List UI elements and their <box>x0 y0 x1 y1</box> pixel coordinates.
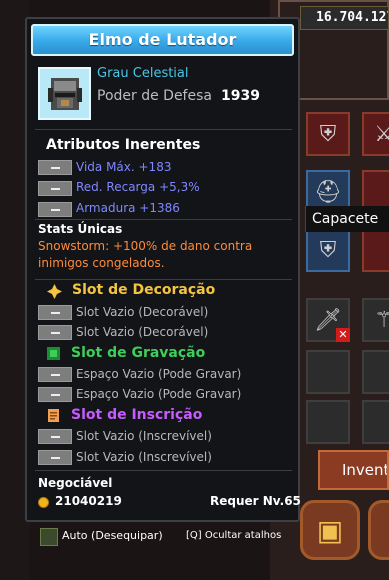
sword-icon: ⚔ <box>374 121 389 147</box>
divider <box>35 219 292 220</box>
defense-label: Poder de Defesa <box>97 88 212 104</box>
remove-slot-button[interactable] <box>38 429 72 444</box>
staff-icon: ⚚ <box>374 307 389 333</box>
divider <box>35 470 292 471</box>
remove-slot-button[interactable] <box>38 367 72 382</box>
tradable-label: Negociável <box>38 476 113 490</box>
remove-attr-button[interactable] <box>38 181 72 196</box>
inventory-slot[interactable] <box>306 400 350 444</box>
coin-icon <box>38 497 49 508</box>
remove-slot-button[interactable] <box>38 387 72 402</box>
inventory-slot[interactable]: ⛨ <box>306 112 350 156</box>
divider <box>35 279 292 280</box>
empty-slot-text: Slot Vazio (Decorável) <box>76 325 209 339</box>
inventory-slot[interactable]: 🗡 ✕ <box>306 298 350 342</box>
side-button[interactable] <box>368 500 389 560</box>
inventory-slot[interactable]: ⚔ <box>362 112 389 156</box>
divider <box>35 129 292 130</box>
empty-slot-text: Espaço Vazio (Pode Gravar) <box>76 367 242 381</box>
remove-slot-button[interactable] <box>38 450 72 465</box>
helmet-icon <box>47 77 82 110</box>
inventory-slot[interactable] <box>362 228 389 272</box>
unique-title: Stats Únicas <box>38 222 123 236</box>
inventory-slot[interactable] <box>362 350 389 394</box>
decoration-title: Slot de Decoração <box>72 282 216 298</box>
chest-button[interactable]: ▣ <box>300 500 360 560</box>
empty-slot-text: Slot Vazio (Inscrevível) <box>76 429 212 443</box>
gauntlet-icon: ⛨ <box>319 121 337 147</box>
inventory-slot[interactable]: ⚚ ✕ <box>362 298 389 342</box>
inherent-title: Atributos Inerentes <box>46 137 201 153</box>
attr-line: Vida Máx. +183 <box>76 160 172 174</box>
attr-line: Armadura +1386 <box>76 201 180 215</box>
empty-slot-text: Espaço Vazio (Pode Gravar) <box>76 387 242 401</box>
item-name: Elmo de Lutador <box>31 24 294 56</box>
remove-slot-button[interactable] <box>38 305 72 320</box>
item-price: 21040219 <box>55 494 122 508</box>
attr-line: Red. Recarga +5,3% <box>76 180 200 194</box>
auto-unequip-label[interactable]: Auto (Desequipar) <box>62 529 163 542</box>
inventory-slot[interactable]: ⛨ <box>306 228 350 272</box>
inscription-title: Slot de Inscrição <box>71 407 203 423</box>
item-icon-frame <box>38 67 91 120</box>
armor-icon: ⛨ <box>319 237 337 263</box>
empty-slot-text: Slot Vazio (Decorável) <box>76 305 209 319</box>
hover-tooltip: Capacete <box>305 206 389 232</box>
unusable-x-icon: ✕ <box>336 328 350 342</box>
inventory-slot[interactable] <box>306 350 350 394</box>
inventory-button[interactable]: Invent <box>318 450 389 490</box>
chest-icon: ▣ <box>316 513 344 547</box>
engraving-icon <box>47 347 60 360</box>
decoration-icon <box>47 284 62 299</box>
item-grade: Grau Celestial <box>97 66 189 81</box>
scroll-icon <box>48 409 59 422</box>
remove-slot-button[interactable] <box>38 325 72 340</box>
engraving-title: Slot de Gravação <box>71 345 206 361</box>
auto-unequip-icon[interactable] <box>40 528 58 546</box>
gold-counter: 16.704.127 <box>300 6 389 30</box>
inventory-slot[interactable] <box>362 400 389 444</box>
level-requirement: Requer Nv.65 <box>210 494 301 508</box>
remove-attr-button[interactable] <box>38 160 72 175</box>
remove-attr-button[interactable] <box>38 202 72 217</box>
unique-description: Snowstorm: +100% de dano contra inimigos… <box>38 239 253 270</box>
empty-slot-text: Slot Vazio (Inscrevível) <box>76 450 212 464</box>
hide-shortcuts-label[interactable]: [Q] Ocultar atalhos <box>186 530 281 541</box>
defense-value: 1939 <box>221 88 260 104</box>
